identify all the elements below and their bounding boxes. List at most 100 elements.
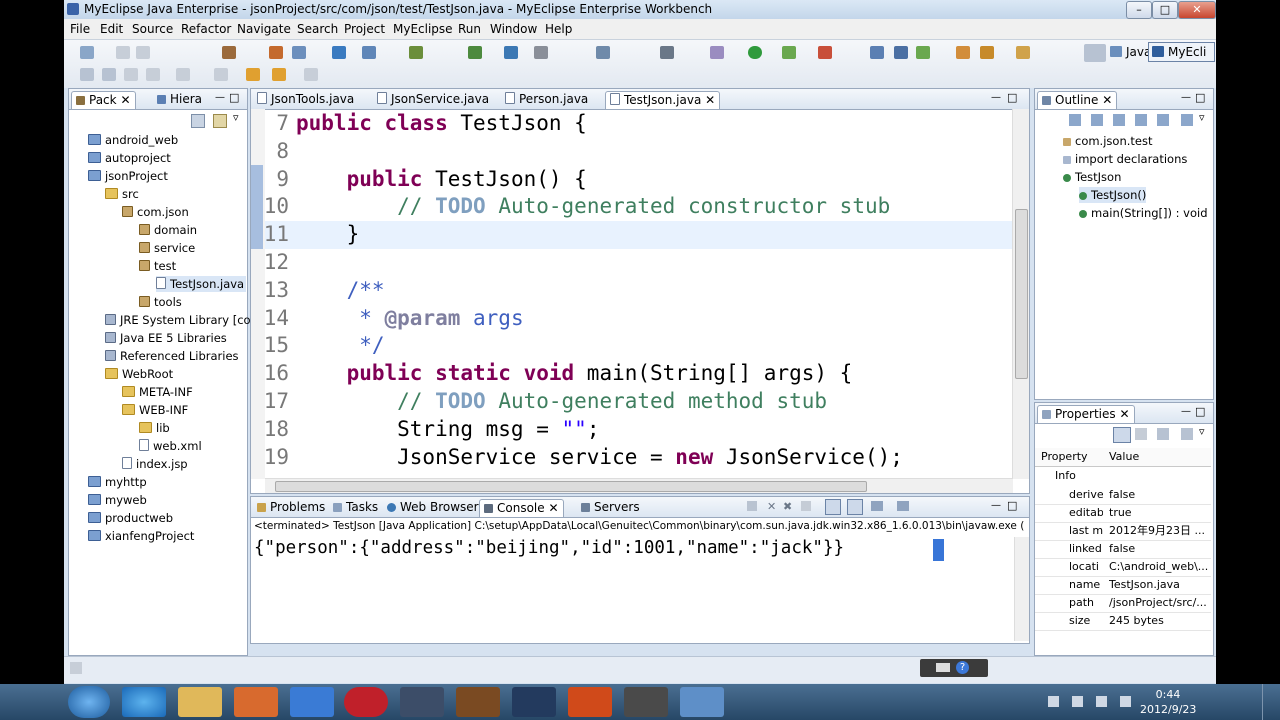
recorder-icon[interactable] <box>624 687 668 717</box>
open-console-icon[interactable] <box>897 501 909 511</box>
explorer-icon[interactable] <box>178 687 222 717</box>
hscroll-thumb[interactable] <box>275 481 867 492</box>
powerpoint-icon[interactable] <box>568 687 612 717</box>
horizontal-scrollbar[interactable] <box>265 478 1013 493</box>
maximize-view-icon[interactable]: □ <box>1195 405 1205 418</box>
pin-console-icon[interactable] <box>847 499 863 515</box>
property-row[interactable]: path/jsonProject/src/... <box>1035 594 1211 613</box>
tab-jsonservice[interactable]: JsonService.java <box>373 91 493 108</box>
menu-navigate[interactable]: Navigate <box>237 22 291 36</box>
myeclipse-task-icon[interactable] <box>456 687 500 717</box>
terminate-icon[interactable] <box>747 501 757 511</box>
tab-console[interactable]: Console ✕ <box>479 499 564 517</box>
restore-default-icon[interactable] <box>1157 428 1169 440</box>
pin-properties-icon[interactable] <box>1181 428 1193 440</box>
tree-item[interactable]: domain <box>139 222 197 238</box>
tab-web-browser[interactable]: Web Browser <box>383 499 483 516</box>
tree-item[interactable]: tools <box>139 294 182 310</box>
search-icon[interactable] <box>980 46 994 59</box>
keyboard-tray[interactable]: ? <box>920 659 988 677</box>
info-group[interactable]: Info <box>1055 469 1076 482</box>
tree-item[interactable]: lib <box>139 420 170 436</box>
tray-volume-icon[interactable] <box>1120 696 1131 707</box>
tree-item[interactable]: src <box>105 186 139 202</box>
tree-item[interactable]: WebRoot <box>105 366 173 382</box>
new-class-icon[interactable] <box>894 46 908 59</box>
tree-item[interactable]: jsonProject <box>88 168 168 184</box>
prev-annotation-icon[interactable] <box>214 68 228 81</box>
property-row[interactable]: derive false <box>1035 486 1211 505</box>
maximize-view-icon[interactable]: □ <box>1195 91 1205 104</box>
scroll-thumb[interactable] <box>1015 209 1028 379</box>
media-player-icon[interactable] <box>234 687 278 717</box>
help-icon[interactable]: ? <box>956 661 969 674</box>
property-row[interactable]: locati C:\android_web\... <box>1035 558 1211 577</box>
menu-refactor[interactable]: Refactor <box>181 22 231 36</box>
menu-file[interactable]: File <box>70 22 90 36</box>
tab-tasks[interactable]: Tasks <box>329 499 382 516</box>
minimize-editor-icon[interactable]: — <box>991 92 1001 103</box>
ie-icon[interactable] <box>122 687 166 717</box>
minimize-view-icon[interactable]: — <box>991 500 1001 511</box>
coverage-icon[interactable] <box>782 46 796 59</box>
link-editor-icon[interactable] <box>213 114 227 128</box>
property-row[interactable]: name TestJson.java <box>1035 576 1211 595</box>
remove-all-icon[interactable]: ✖ <box>783 500 792 513</box>
next-annotation-icon[interactable] <box>176 68 190 81</box>
outline-item[interactable]: TestJson() <box>1079 187 1147 203</box>
monitor-icon[interactable] <box>660 46 674 59</box>
pin-icon[interactable] <box>80 68 94 81</box>
menu-source[interactable]: Source <box>132 22 173 36</box>
menu-run[interactable]: Run <box>458 22 481 36</box>
view-menu-icon[interactable]: ▿ <box>233 111 239 124</box>
paint-icon[interactable] <box>680 687 724 717</box>
new-icon[interactable] <box>80 46 94 59</box>
collapse-all-icon[interactable] <box>191 114 205 128</box>
tree-item[interactable]: com.json <box>122 204 189 220</box>
tree-item[interactable]: JRE System Library [co <box>105 312 251 328</box>
toggle-mark-icon[interactable] <box>124 68 138 81</box>
tree-item[interactable]: xianfengProject <box>88 528 194 544</box>
open-perspective-icon[interactable] <box>1084 44 1106 62</box>
new-interface-icon[interactable] <box>916 46 930 59</box>
close-icon[interactable]: ✕ <box>1102 93 1112 107</box>
run-icon[interactable] <box>748 46 762 59</box>
close-icon[interactable]: ✕ <box>120 93 130 107</box>
feiq-icon[interactable] <box>290 687 334 717</box>
start-button[interactable] <box>68 686 110 718</box>
back-history-icon[interactable] <box>272 68 286 81</box>
team-icon[interactable] <box>534 46 548 59</box>
minimize-view-icon[interactable]: — <box>1181 92 1191 103</box>
tree-item[interactable]: test <box>139 258 176 274</box>
menu-window[interactable]: Window <box>490 22 537 36</box>
run-server-icon[interactable] <box>468 46 482 59</box>
maximize-editor-icon[interactable]: □ <box>1007 91 1017 104</box>
minimize-view-icon[interactable]: — <box>1181 406 1191 417</box>
hide-static-icon[interactable] <box>1113 114 1125 126</box>
show-desktop-button[interactable] <box>1262 684 1277 720</box>
tab-problems[interactable]: Problems <box>253 499 329 516</box>
close-icon[interactable]: ✕ <box>548 501 558 515</box>
property-row[interactable]: last m 2012年9月23日 ... <box>1035 522 1211 541</box>
block-icon[interactable] <box>146 68 160 81</box>
maximize-view-icon[interactable]: □ <box>229 91 239 104</box>
fast-view-icon[interactable] <box>70 662 82 674</box>
close-icon[interactable]: ✕ <box>1119 407 1129 421</box>
categories-icon[interactable] <box>1113 427 1131 443</box>
save-icon[interactable] <box>116 46 130 59</box>
web-icon[interactable] <box>332 46 346 59</box>
deploy-icon[interactable] <box>222 46 236 59</box>
server-icon[interactable] <box>269 46 283 59</box>
outline-item[interactable]: import declarations <box>1063 151 1187 167</box>
remove-launch-icon[interactable]: ✕ <box>767 500 776 513</box>
minimize-view-icon[interactable]: — <box>215 92 225 103</box>
console-output[interactable]: {"person":{"address":"beijing","id":1001… <box>254 538 844 558</box>
menu-help[interactable]: Help <box>545 22 572 36</box>
tab-hierarchy[interactable]: Hiera <box>153 91 206 108</box>
close-button[interactable]: ✕ <box>1178 1 1216 19</box>
globe-icon[interactable] <box>504 46 518 59</box>
view-menu-icon[interactable]: ▿ <box>1199 111 1205 124</box>
annotation-icon[interactable] <box>102 68 116 81</box>
advanced-icon[interactable] <box>1135 428 1147 440</box>
external-tools-icon[interactable] <box>818 46 832 59</box>
